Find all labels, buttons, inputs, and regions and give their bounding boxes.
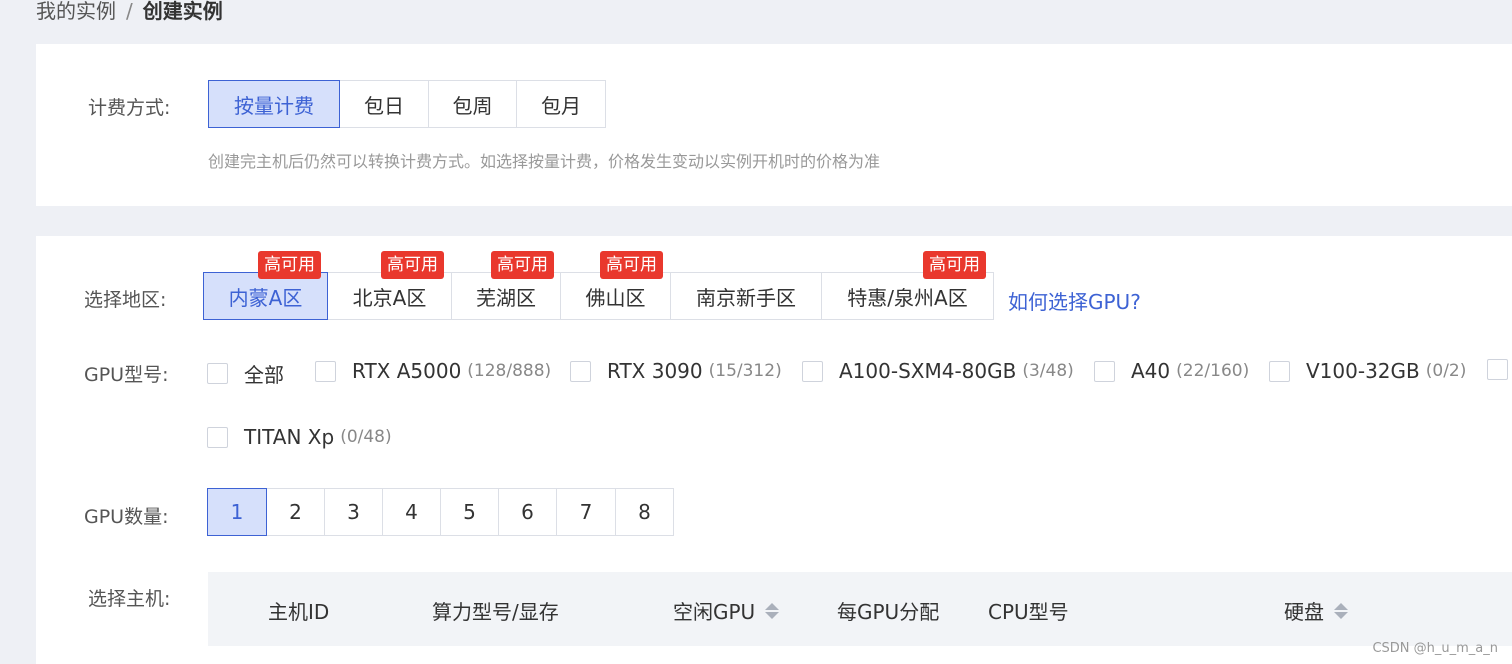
column-cpu-model: CPU型号 <box>988 600 1069 624</box>
region-option-label: 佛山区 <box>585 285 646 310</box>
high-availability-badge: 高可用 <box>923 251 986 279</box>
sort-icon[interactable] <box>765 602 780 619</box>
gpu-model-label: GPU型号: <box>84 364 169 386</box>
region-option-quanzhou-a[interactable]: 特惠/泉州A区 高可用 <box>822 251 994 320</box>
breadcrumb-current: 创建实例 <box>142 0 223 23</box>
breadcrumb: 我的实例 / 创建实例 <box>36 0 223 26</box>
region-option-nanjing-newbie[interactable]: 南京新手区 <box>671 272 822 320</box>
gpu-count-1[interactable]: 1 <box>207 488 267 536</box>
checkbox[interactable] <box>1094 360 1115 382</box>
host-table-header: 主机ID 算力型号/显存 空闲GPU 每GPU分配 CPU型号 硬盘 <box>208 572 1512 646</box>
checkbox[interactable] <box>1269 360 1290 382</box>
region-label: 选择地区: <box>84 289 167 311</box>
region-option-beijing-a[interactable]: 北京A区 高可用 <box>328 251 452 320</box>
checkbox[interactable] <box>802 360 823 382</box>
billing-card: 计费方式: 按量计费 包日 包周 包月 创建完主机后仍然可以转换计费方式。如选择… <box>36 44 1512 206</box>
region-option-wuhu[interactable]: 芜湖区 高可用 <box>452 251 561 320</box>
gpu-count-label: GPU数量: <box>84 506 169 528</box>
gpu-model-titan-xp[interactable]: TITAN Xp (0/48) <box>207 425 392 449</box>
column-gpu-model-memory: 算力型号/显存 <box>432 600 559 624</box>
gpu-help-link[interactable]: 如何选择GPU? <box>1008 286 1141 315</box>
gpu-model-rtx-3090[interactable]: RTX 3090 (15/312) <box>570 359 782 383</box>
gpu-model-a40[interactable]: A40 (22/160) <box>1094 359 1249 383</box>
gpu-count-6[interactable]: 6 <box>499 488 557 536</box>
region-option-foshan[interactable]: 佛山区 高可用 <box>561 251 671 320</box>
region-option-neimeng-a[interactable]: 内蒙A区 高可用 <box>203 251 328 320</box>
watermark: CSDN @h_u_m_a_n <box>1372 641 1498 656</box>
billing-option-daily[interactable]: 包日 <box>340 80 429 128</box>
checkbox[interactable] <box>207 426 228 448</box>
checkbox[interactable] <box>570 360 591 382</box>
region-option-label: 北京A区 <box>352 285 427 310</box>
gpu-model-more[interactable] <box>1487 359 1512 380</box>
checkbox[interactable] <box>207 363 228 384</box>
host-label: 选择主机: <box>88 588 171 610</box>
gpu-count-5[interactable]: 5 <box>441 488 499 536</box>
high-availability-badge: 高可用 <box>258 251 321 279</box>
region-option-label: 内蒙A区 <box>228 285 303 310</box>
region-options: 内蒙A区 高可用 北京A区 高可用 芜湖区 高可用 佛山区 高可用 南京新手区 … <box>203 251 994 320</box>
gpu-count-2[interactable]: 2 <box>267 488 325 536</box>
high-availability-badge: 高可用 <box>600 251 663 279</box>
region-option-label: 南京新手区 <box>696 285 796 310</box>
billing-option-weekly[interactable]: 包周 <box>429 80 517 128</box>
checkbox[interactable] <box>315 360 336 382</box>
billing-label: 计费方式: <box>88 97 171 119</box>
region-option-label: 特惠/泉州A区 <box>847 285 968 310</box>
billing-option-monthly[interactable]: 包月 <box>517 80 606 128</box>
billing-hint: 创建完主机后仍然可以转换计费方式。如选择按量计费，价格发生变动以实例开机时的价格… <box>208 152 881 171</box>
billing-options: 按量计费 包日 包周 包月 <box>208 80 606 128</box>
high-availability-badge: 高可用 <box>491 251 554 279</box>
sort-icon[interactable] <box>1334 602 1348 619</box>
gpu-count-3[interactable]: 3 <box>325 488 383 536</box>
gpu-count-7[interactable]: 7 <box>557 488 616 536</box>
config-card: 选择地区: 内蒙A区 高可用 北京A区 高可用 芜湖区 高可用 佛山区 高可用 … <box>36 236 1512 664</box>
breadcrumb-separator: / <box>126 0 133 23</box>
gpu-model-rtx-a5000[interactable]: RTX A5000 (128/888) <box>315 359 551 383</box>
column-disk[interactable]: 硬盘 <box>1284 596 1348 625</box>
region-option-label: 芜湖区 <box>476 285 536 310</box>
gpu-model-v100[interactable]: V100-32GB (0/2) <box>1269 359 1466 383</box>
column-host-id: 主机ID <box>268 600 330 624</box>
gpu-count-8[interactable]: 8 <box>616 488 674 536</box>
gpu-model-a100[interactable]: A100-SXM4-80GB (3/48) <box>802 359 1074 383</box>
column-per-gpu-allocation: 每GPU分配 <box>837 600 940 624</box>
gpu-count-4[interactable]: 4 <box>383 488 441 536</box>
billing-option-pay-as-you-go[interactable]: 按量计费 <box>208 80 340 128</box>
high-availability-badge: 高可用 <box>381 251 444 279</box>
column-free-gpu[interactable]: 空闲GPU <box>673 596 780 625</box>
breadcrumb-parent[interactable]: 我的实例 <box>36 0 116 23</box>
checkbox[interactable] <box>1487 359 1508 380</box>
gpu-model-all[interactable]: 全部 <box>207 359 284 388</box>
gpu-count-options: 1 2 3 4 5 6 7 8 <box>207 488 674 536</box>
